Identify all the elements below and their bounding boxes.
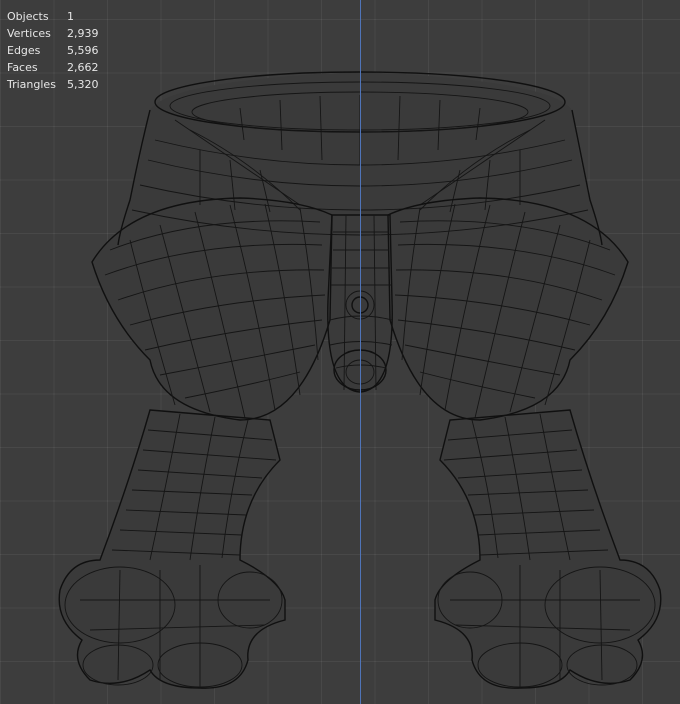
- stat-objects: Objects 1: [7, 8, 99, 25]
- stat-value: 2,662: [67, 61, 99, 74]
- stat-label: Objects: [7, 10, 49, 23]
- scene-statistics: Objects 1 Vertices 2,939 Edges 5,596 Fac…: [7, 8, 99, 93]
- stat-label: Faces: [7, 61, 38, 74]
- stat-value: 1: [67, 10, 74, 23]
- stat-label: Edges: [7, 44, 41, 57]
- stat-faces: Faces 2,662: [7, 59, 99, 76]
- left-bow-wing: [92, 198, 332, 420]
- right-bow-wing: [388, 198, 628, 420]
- stat-value: 2,939: [67, 27, 99, 40]
- 3d-viewport[interactable]: Objects 1 Vertices 2,939 Edges 5,596 Fac…: [0, 0, 680, 704]
- stat-value: 5,320: [67, 78, 99, 91]
- z-axis-line: [360, 0, 361, 704]
- stat-label: Triangles: [7, 78, 56, 91]
- stat-label: Vertices: [7, 27, 51, 40]
- wireframe-mesh[interactable]: [0, 0, 680, 704]
- stat-edges: Edges 5,596: [7, 42, 99, 59]
- stat-value: 5,596: [67, 44, 99, 57]
- stat-triangles: Triangles 5,320: [7, 76, 99, 93]
- stat-vertices: Vertices 2,939: [7, 25, 99, 42]
